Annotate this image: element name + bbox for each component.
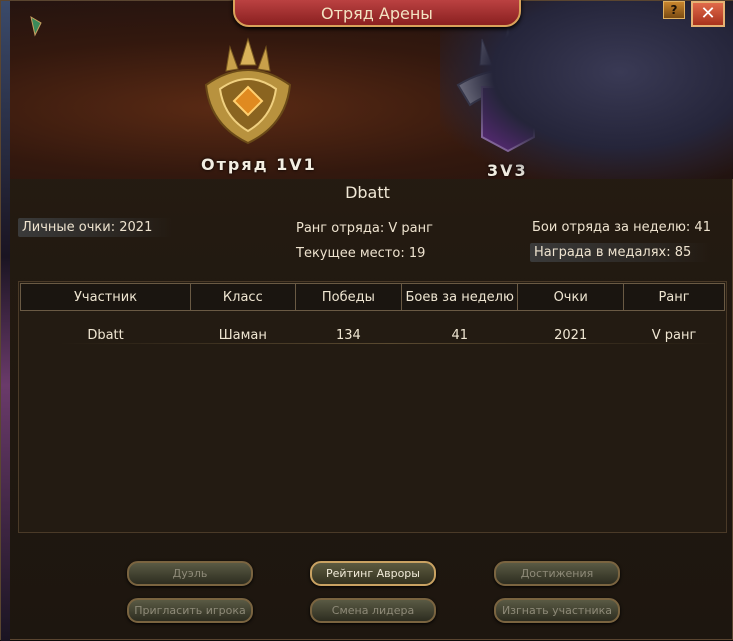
change-leader-button[interactable]: Смена лидера [310, 598, 436, 623]
current-place-value: 19 [408, 246, 426, 261]
medal-reward: Награда в медалях: 85 [530, 243, 712, 262]
team-rank-value: V ранг [388, 221, 433, 236]
purple-3v3-emblem-icon[interactable] [446, 25, 570, 157]
team-3v3-label[interactable]: 3V3 [487, 161, 528, 179]
team-rank-label: Ранг отряда: [296, 221, 385, 236]
personal-points-value: 2021 [119, 220, 153, 235]
aurora-rating-button[interactable]: Рейтинг Авроры [310, 561, 436, 586]
column-header-weekly-battles[interactable]: Боев за неделю [401, 283, 519, 311]
window-title: Отряд Арены [233, 0, 521, 27]
invite-player-button[interactable]: Пригласить игрока [127, 598, 253, 623]
gold-1v1-emblem-icon[interactable] [196, 35, 300, 147]
personal-points-label: Личные очки: [22, 220, 116, 235]
pin-icon[interactable] [29, 15, 43, 37]
kick-member-button[interactable]: Изгнать участника [494, 598, 620, 623]
cell-weekly-battles: 41 [451, 327, 468, 343]
cell-member: Dbatt [87, 327, 124, 343]
team-banner: Отряд 1V1 3V3 [10, 1, 733, 179]
column-header-points[interactable]: Очки [517, 283, 625, 311]
cell-points: 2021 [554, 327, 588, 343]
cell-wins: 134 [335, 327, 361, 343]
help-button[interactable]: ? [663, 1, 685, 19]
team-name: Dbatt [345, 183, 390, 202]
members-table: Участник Класс Победы Боев за неделю Очк… [18, 281, 727, 533]
row-divider [59, 343, 719, 344]
team-1v1-label[interactable]: Отряд 1V1 [201, 155, 317, 174]
table-row[interactable]: Dbatt Шаман 134 41 2021 V ранг [21, 321, 725, 349]
table-header-row: Участник Класс Победы Боев за неделю Очк… [19, 283, 725, 311]
cell-rank: V ранг [651, 327, 697, 343]
current-place-label: Текущее место: [296, 246, 405, 261]
achievements-button[interactable]: Достижения [494, 561, 620, 586]
weekly-battles: Бои отряда за неделю: 41 [532, 220, 711, 235]
medal-reward-label: Награда в медалях: [534, 245, 671, 260]
column-header-class[interactable]: Класс [190, 283, 296, 311]
column-header-member[interactable]: Участник [19, 283, 192, 311]
column-header-wins[interactable]: Победы [294, 283, 403, 311]
arena-team-window: Отряд 1V1 3V3 Отряд Арены ? ✕ Dbatt Личн… [0, 0, 733, 641]
column-header-rank[interactable]: Ранг [623, 283, 725, 311]
close-button[interactable]: ✕ [691, 1, 725, 27]
current-place: Текущее место: 19 [296, 246, 425, 261]
weekly-battles-label: Бои отряда за неделю: [532, 220, 691, 235]
background-strip [1, 1, 10, 641]
medal-reward-value: 85 [674, 245, 692, 260]
weekly-battles-value: 41 [694, 220, 711, 235]
team-rank: Ранг отряда: V ранг [296, 221, 433, 236]
cell-class: Шаман [218, 327, 267, 343]
personal-points: Личные очки: 2021 [18, 218, 173, 237]
duel-button[interactable]: Дуэль [127, 561, 253, 586]
